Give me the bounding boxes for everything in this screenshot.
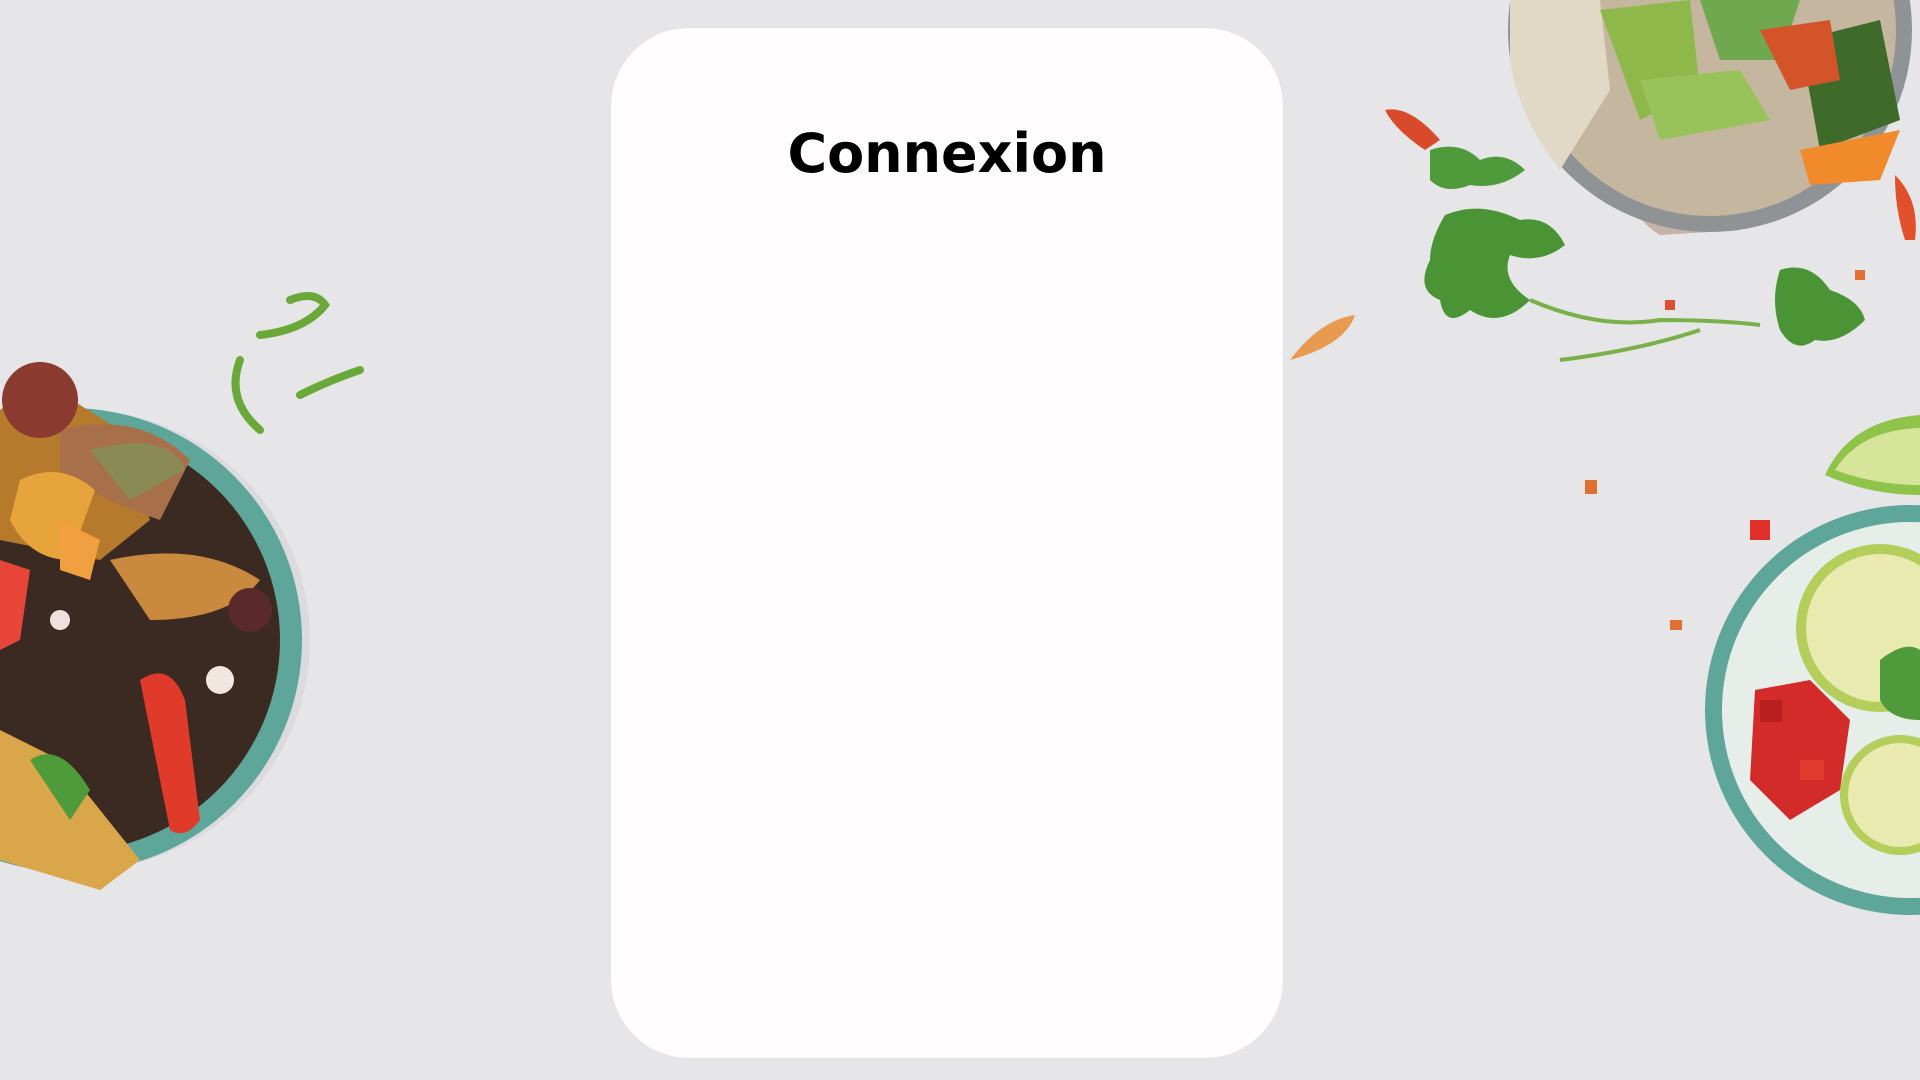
vegetable-bowl-icon: [0, 362, 310, 890]
login-card: Connexion: [611, 28, 1283, 1058]
green-onion-icon: [231, 292, 364, 434]
rice-bowl-icon: [1508, 0, 1912, 235]
page-title: Connexion: [787, 122, 1107, 185]
lime-bowl-icon: [1705, 505, 1920, 915]
